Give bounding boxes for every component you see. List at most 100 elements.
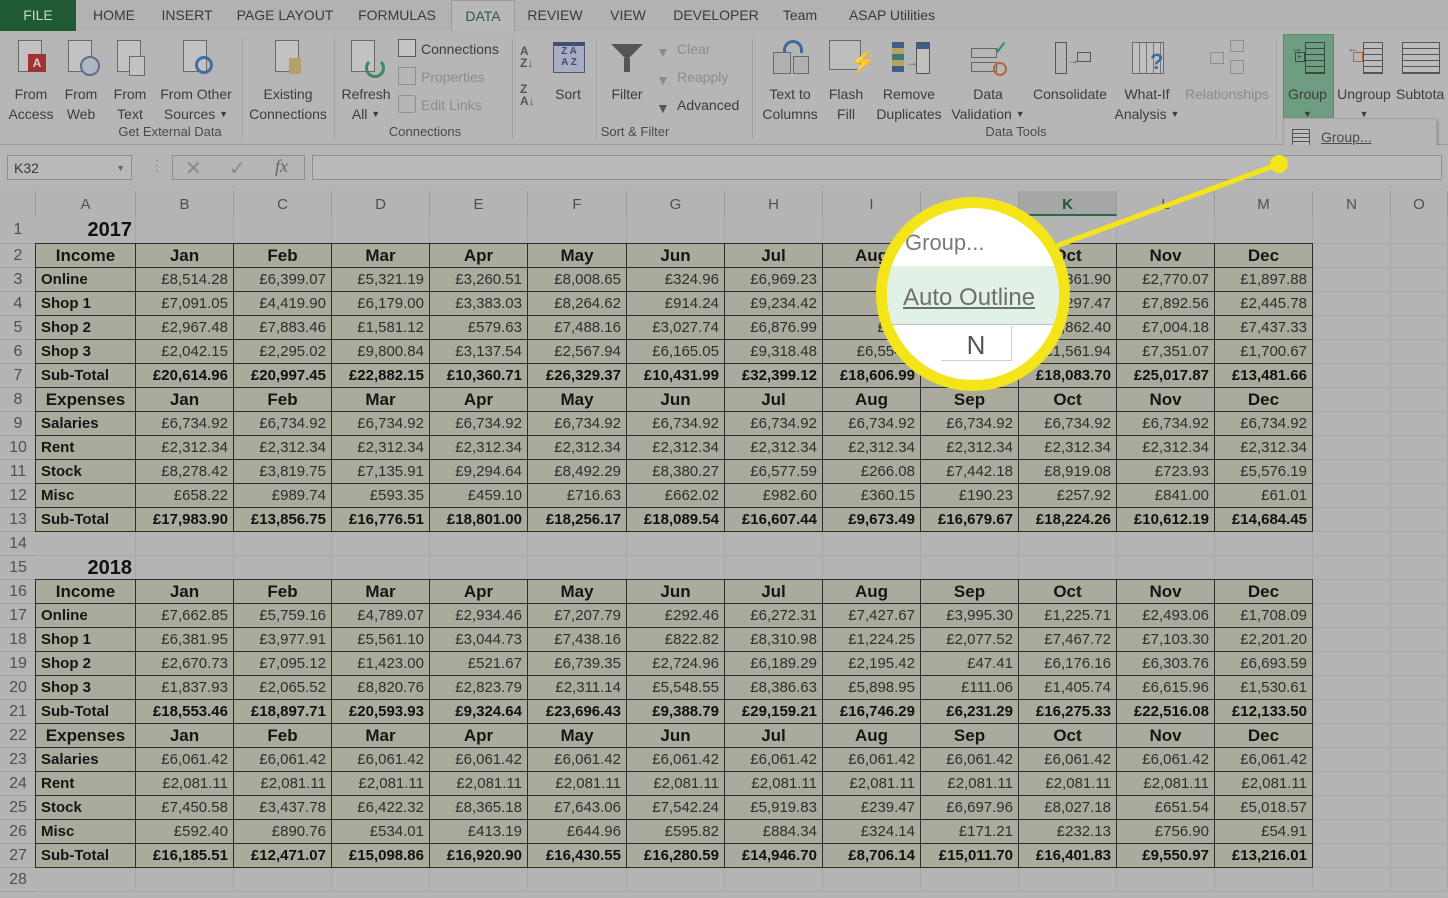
subtotal-cell[interactable]: £29,159.21 [724,699,823,724]
value-cell[interactable]: £914.24 [626,291,725,316]
connections-button[interactable]: Connections [398,37,499,61]
value-cell[interactable]: £6,061.42 [626,747,725,772]
value-cell[interactable]: £2,312.34 [1214,435,1313,460]
empty-cell[interactable] [1313,340,1391,364]
empty-cell[interactable] [234,556,332,580]
empty-cell[interactable] [1019,532,1117,556]
value-cell[interactable]: £7,437.33 [1214,315,1313,340]
value-cell[interactable]: £2,312.34 [233,435,332,460]
column-header-i[interactable]: I [823,191,921,216]
value-cell[interactable]: £982.60 [724,483,823,508]
empty-cell[interactable] [332,868,430,892]
value-cell[interactable]: £6,969.23 [724,267,823,292]
empty-cell[interactable] [1313,676,1391,700]
empty-cell[interactable] [1391,724,1448,748]
value-cell[interactable]: £5,576.19 [1214,459,1313,484]
tab-asap-utilities[interactable]: ASAP Utilities [838,0,946,31]
value-cell[interactable]: £6,693.59 [1214,651,1313,676]
empty-cell[interactable] [1019,556,1117,580]
value-cell[interactable]: £7,488.16 [527,315,627,340]
row-label[interactable]: Shop 1 [35,291,136,316]
sort-button[interactable]: Z AA Z Sort [546,38,590,104]
flash-fill-button[interactable]: ⚡ Flash Fill [826,38,876,124]
row-header-17[interactable]: 17 [0,604,36,628]
value-cell[interactable]: £579.63 [429,315,528,340]
empty-cell[interactable] [1215,556,1313,580]
value-cell[interactable]: £7,643.06 [527,795,627,820]
month-header[interactable]: Dec [1214,579,1313,604]
select-all-corner[interactable] [0,191,36,216]
value-cell[interactable]: £6,697.96 [920,795,1019,820]
value-cell[interactable]: £6,061.42 [724,747,823,772]
subtotal-cell[interactable]: £9,550.97 [1116,843,1215,868]
value-cell[interactable]: £2,081.11 [331,771,430,796]
month-header[interactable]: Jul [724,243,823,268]
empty-cell[interactable] [627,868,725,892]
value-cell[interactable]: £413.19 [429,819,528,844]
empty-cell[interactable] [1391,508,1448,532]
empty-cell[interactable] [332,216,430,244]
subtotal-cell[interactable]: £20,614.96 [135,363,234,388]
empty-cell[interactable] [1117,556,1215,580]
empty-cell[interactable] [627,556,725,580]
enter-check-icon[interactable]: ✓ [229,156,246,181]
empty-cell[interactable] [1391,676,1448,700]
empty-cell[interactable] [1391,364,1448,388]
tab-home[interactable]: HOME [80,0,148,31]
value-cell[interactable]: £890.76 [233,819,332,844]
empty-cell[interactable] [1391,532,1448,556]
value-cell[interactable]: £8,820.76 [331,675,430,700]
row-header-23[interactable]: 23 [0,748,36,772]
value-cell[interactable]: £3,819.75 [233,459,332,484]
empty-cell[interactable] [823,556,921,580]
month-header[interactable]: Apr [429,387,528,412]
filter-button[interactable]: Filter [604,38,650,104]
row-header-1[interactable]: 1 [0,216,36,244]
income-header[interactable]: Income [35,579,136,604]
value-cell[interactable]: £989.74 [233,483,332,508]
value-cell[interactable]: £8,514.28 [135,267,234,292]
row-header-26[interactable]: 26 [0,820,36,844]
from-access-button[interactable]: A From Access [6,38,56,124]
consolidate-button[interactable]: → Consolidate [1028,38,1112,104]
row-header-18[interactable]: 18 [0,628,36,652]
month-header[interactable]: Apr [429,243,528,268]
value-cell[interactable]: £8,919.08 [1018,459,1117,484]
empty-cell[interactable] [234,216,332,244]
value-cell[interactable]: £7,207.79 [527,603,627,628]
value-cell[interactable]: £2,312.34 [1116,435,1215,460]
value-cell[interactable]: £6,734.92 [135,411,234,436]
month-header[interactable]: Dec [1214,387,1313,412]
clear-button[interactable]: ▼ Clear [656,37,710,61]
value-cell[interactable]: £595.82 [626,819,725,844]
row-header-15[interactable]: 15 [0,556,36,580]
empty-cell[interactable] [1215,868,1313,892]
value-cell[interactable]: £2,081.11 [1018,771,1117,796]
subtotal-cell[interactable]: £16,746.29 [822,699,921,724]
value-cell[interactable]: £6,061.42 [331,747,430,772]
subtotal-cell[interactable]: £16,185.51 [135,843,234,868]
empty-cell[interactable] [1313,292,1391,316]
sort-a-to-z-button[interactable]: A Z↓ [520,45,533,69]
value-cell[interactable]: £592.40 [135,819,234,844]
value-cell[interactable]: £6,061.42 [822,747,921,772]
value-cell[interactable]: £2,493.06 [1116,603,1215,628]
value-cell[interactable]: £7,427.67 [822,603,921,628]
subtotal-cell[interactable]: £18,801.00 [429,507,528,532]
value-cell[interactable]: £6,399.07 [233,267,332,292]
ungroup-button[interactable]: ← Ungroup ▼ [1334,38,1394,124]
value-cell[interactable]: £6,179.00 [331,291,430,316]
column-header-g[interactable]: G [627,191,725,216]
month-header[interactable]: Nov [1116,723,1215,748]
value-cell[interactable]: £2,724.96 [626,651,725,676]
empty-cell[interactable] [528,216,627,244]
column-header-c[interactable]: C [234,191,332,216]
value-cell[interactable]: £6,061.42 [1214,747,1313,772]
row-header-14[interactable]: 14 [0,532,36,556]
cancel-icon[interactable]: ✕ [185,156,202,181]
empty-cell[interactable] [1313,364,1391,388]
empty-cell[interactable] [1313,868,1391,892]
remove-duplicates-button[interactable]: → Remove Duplicates [870,38,948,124]
subtotal-cell[interactable]: £18,606.99 [822,363,921,388]
empty-cell[interactable] [725,532,823,556]
